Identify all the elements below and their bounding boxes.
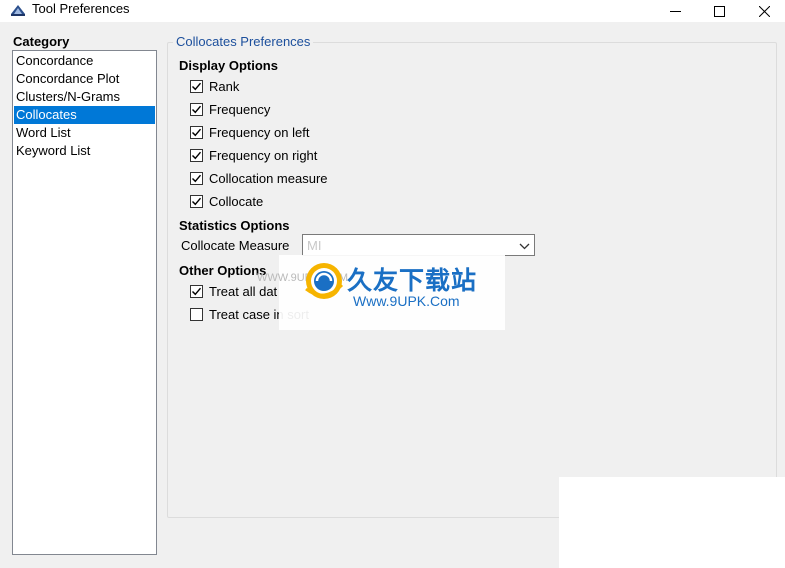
collocation-measure-label: Collocation measure bbox=[209, 170, 328, 186]
check-icon bbox=[192, 151, 202, 159]
statistics-options-title: Statistics Options bbox=[179, 218, 290, 233]
frequency-right-label: Frequency on right bbox=[209, 147, 318, 163]
check-icon bbox=[192, 174, 202, 182]
collocation-measure-checkbox-row[interactable]: Collocation measure bbox=[190, 170, 328, 186]
watermark-brand: 久友下载站 bbox=[347, 267, 478, 295]
check-icon bbox=[192, 82, 202, 90]
category-item-collocates[interactable]: Collocates bbox=[14, 106, 155, 124]
treat-all-data-label: Treat all dat bbox=[209, 283, 278, 299]
collocate-label: Collocate bbox=[209, 193, 264, 209]
check-icon bbox=[192, 197, 202, 205]
window-title: Tool Preferences bbox=[32, 1, 130, 16]
minimize-button[interactable] bbox=[652, 0, 698, 22]
chevron-down-icon bbox=[519, 240, 530, 255]
blank-area bbox=[559, 477, 785, 568]
preferences-title: Collocates Preferences bbox=[173, 34, 314, 49]
frequency-left-label: Frequency on left bbox=[209, 124, 310, 140]
collocate-checkbox[interactable] bbox=[190, 194, 203, 208]
minimize-icon bbox=[669, 10, 681, 12]
collocate-measure-label: Collocate Measure bbox=[181, 238, 290, 253]
category-item-concordance[interactable]: Concordance bbox=[14, 52, 155, 70]
close-icon bbox=[758, 5, 770, 17]
treat-all-data-checkbox[interactable] bbox=[190, 284, 203, 298]
frequency-left-checkbox[interactable] bbox=[190, 125, 203, 139]
watermark-url: Www.9UPK.Com bbox=[353, 293, 460, 309]
category-list[interactable]: Concordance Concordance Plot Clusters/N-… bbox=[12, 50, 157, 555]
treat-all-data-checkbox-row[interactable]: Treat all dat bbox=[190, 283, 277, 299]
frequency-checkbox-row[interactable]: Frequency bbox=[190, 101, 270, 117]
watermark: WWW.9UPK.COM 久友下载站 Www.9UPK.Com bbox=[257, 255, 505, 330]
display-options-title: Display Options bbox=[179, 58, 278, 73]
category-item-keyword-list[interactable]: Keyword List bbox=[14, 142, 155, 160]
frequency-right-checkbox[interactable] bbox=[190, 148, 203, 162]
maximize-button[interactable] bbox=[696, 0, 742, 22]
collocate-measure-select[interactable]: MI bbox=[302, 234, 535, 256]
collocate-checkbox-row[interactable]: Collocate bbox=[190, 193, 263, 209]
category-label: Category bbox=[13, 34, 70, 49]
rank-checkbox[interactable] bbox=[190, 79, 203, 93]
category-item-clusters-ngrams[interactable]: Clusters/N-Grams bbox=[14, 88, 155, 106]
rank-label: Rank bbox=[209, 78, 240, 94]
treat-case-checkbox[interactable] bbox=[190, 307, 203, 321]
collocation-measure-checkbox[interactable] bbox=[190, 171, 203, 185]
watermark-logo-icon bbox=[303, 259, 345, 306]
other-options-title: Other Options bbox=[179, 263, 267, 278]
frequency-right-checkbox-row[interactable]: Frequency on right bbox=[190, 147, 317, 163]
maximize-icon bbox=[713, 5, 725, 17]
app-icon bbox=[9, 2, 27, 18]
category-item-concordance-plot[interactable]: Concordance Plot bbox=[14, 70, 155, 88]
check-icon bbox=[192, 287, 202, 295]
title-bar: Tool Preferences bbox=[0, 0, 785, 22]
close-button[interactable] bbox=[741, 0, 785, 22]
frequency-label: Frequency bbox=[209, 101, 271, 117]
rank-checkbox-row[interactable]: Rank bbox=[190, 78, 239, 94]
category-item-word-list[interactable]: Word List bbox=[14, 124, 155, 142]
check-icon bbox=[192, 128, 202, 136]
check-icon bbox=[192, 105, 202, 113]
frequency-left-checkbox-row[interactable]: Frequency on left bbox=[190, 124, 309, 140]
frequency-checkbox[interactable] bbox=[190, 102, 203, 116]
collocate-measure-value: MI bbox=[307, 238, 322, 253]
